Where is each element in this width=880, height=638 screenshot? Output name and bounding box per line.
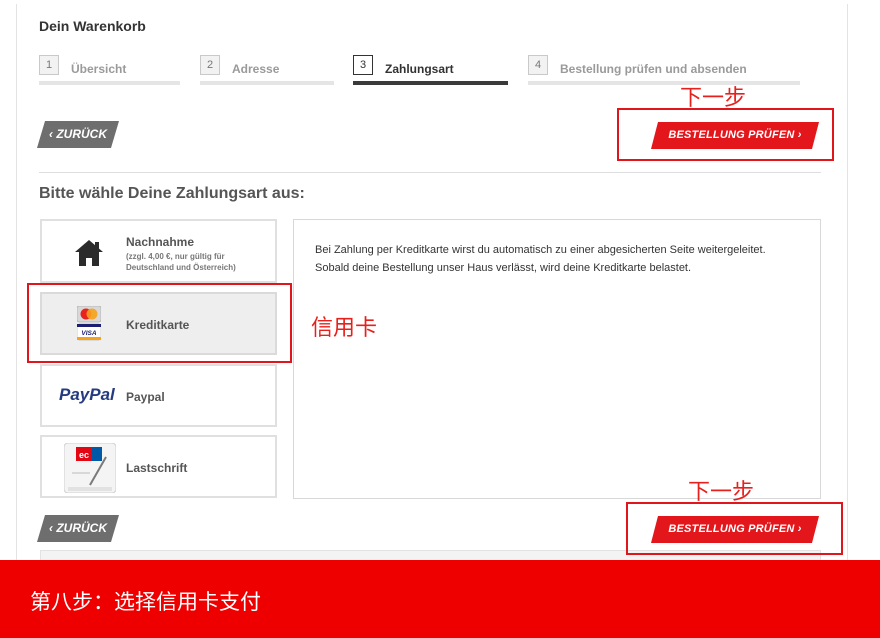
info-text: Bei Zahlung per Kreditkarte wirst du aut… bbox=[315, 244, 766, 256]
cart-title: Dein Warenkorb bbox=[39, 18, 146, 34]
step-bar bbox=[200, 81, 334, 85]
step-number: 3 bbox=[353, 55, 373, 75]
payment-heading: Bitte wähle Deine Zahlungsart aus: bbox=[39, 185, 305, 202]
annotation-next-step-top: 下一步 bbox=[680, 86, 747, 111]
caption-banner: 第八步：选择信用卡支付 bbox=[0, 560, 880, 638]
step-bar-active bbox=[353, 81, 508, 85]
annotation-box-next-top bbox=[617, 108, 834, 161]
step-label: Bestellung prüfen und absenden bbox=[560, 62, 747, 76]
step-label: Adresse bbox=[232, 62, 280, 76]
option-title: Lastschrift bbox=[126, 461, 188, 475]
option-title: Nachnahme bbox=[126, 235, 195, 249]
step-number: 2 bbox=[200, 55, 220, 75]
step-bar bbox=[528, 81, 800, 85]
back-button-top[interactable]: ‹ ZURÜCK bbox=[37, 121, 119, 148]
house-icon bbox=[74, 239, 104, 272]
payment-info-box: Bei Zahlung per Kreditkarte wirst du aut… bbox=[293, 219, 821, 499]
payment-option-paypal[interactable]: PayPal Paypal bbox=[40, 364, 277, 427]
ec-card-icon: ec bbox=[63, 442, 117, 498]
caption-text: 第八步：选择信用卡支付 bbox=[30, 590, 261, 614]
step-bar bbox=[39, 81, 180, 85]
option-title: Paypal bbox=[126, 390, 165, 404]
step-number: 1 bbox=[39, 55, 59, 75]
divider bbox=[39, 172, 821, 173]
payment-option-direct-debit[interactable]: ec Lastschrift bbox=[40, 435, 277, 498]
option-note: (zzgl. 4,00 €, nur gültig für Deutschlan… bbox=[126, 252, 236, 272]
annotation-box-credit-card bbox=[27, 283, 292, 363]
annotation-box-next-bottom bbox=[626, 502, 843, 555]
step-label: Übersicht bbox=[71, 62, 127, 76]
back-button-bottom[interactable]: ‹ ZURÜCK bbox=[37, 515, 119, 542]
step-number: 4 bbox=[528, 55, 548, 75]
paypal-logo: PayPal bbox=[59, 385, 115, 404]
info-text: Sobald deine Bestellung unser Haus verlä… bbox=[315, 262, 692, 274]
svg-text:ec: ec bbox=[79, 450, 89, 460]
annotation-credit-card: 信用卡 bbox=[311, 316, 378, 341]
annotation-next-step-bottom: 下一步 bbox=[688, 480, 755, 505]
step-label: Zahlungsart bbox=[385, 62, 454, 76]
payment-option-cod[interactable]: Nachnahme (zzgl. 4,00 €, nur gültig für … bbox=[40, 219, 277, 283]
